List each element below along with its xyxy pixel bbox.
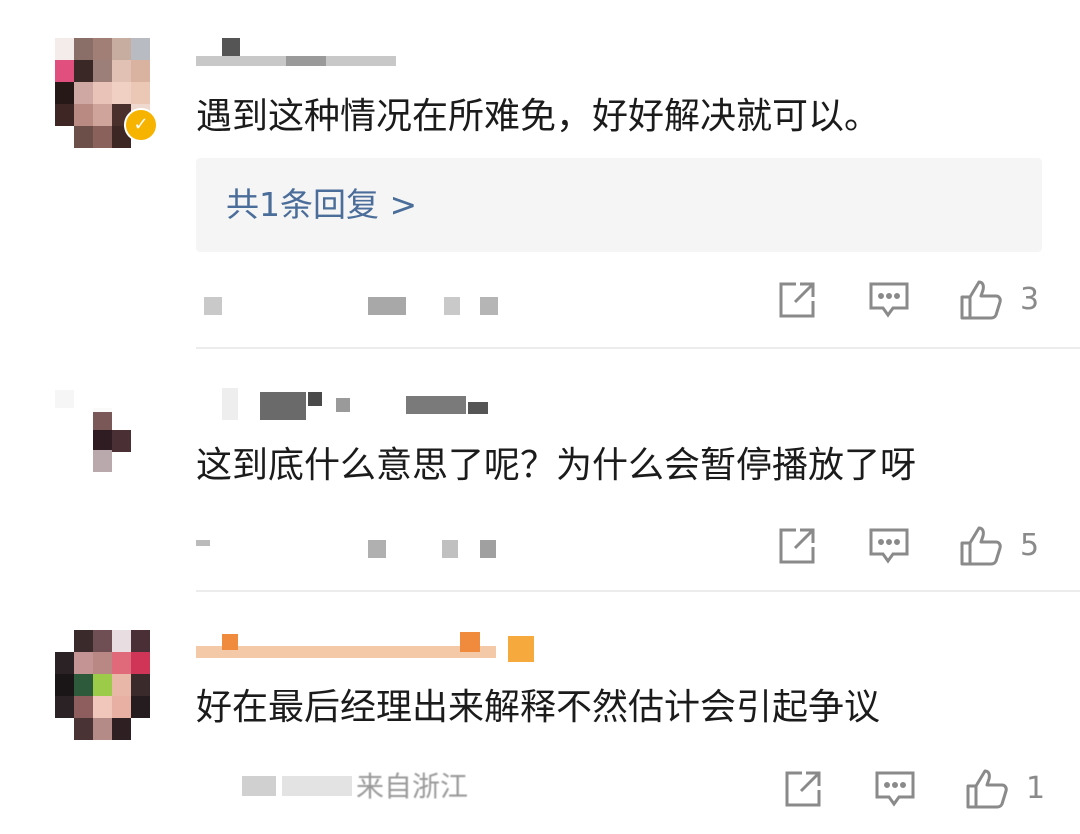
thumbs-up-icon[interactable]: [964, 767, 1010, 811]
comment-meta-redacted: [196, 540, 516, 570]
share-icon[interactable]: [774, 278, 820, 322]
divider: [196, 347, 1080, 349]
comment-icon[interactable]: [866, 278, 912, 322]
comment-icon[interactable]: [866, 524, 912, 568]
username-redacted[interactable]: [196, 388, 516, 420]
avatar[interactable]: [55, 390, 150, 500]
share-icon[interactable]: [780, 767, 826, 811]
thumbs-up-icon[interactable]: [958, 278, 1004, 322]
view-replies-link[interactable]: 共1条回复 >: [226, 183, 417, 227]
comment-meta: 来自浙江: [196, 770, 596, 803]
comment-actions: 3: [770, 278, 1070, 328]
like-count: 3: [1020, 282, 1040, 317]
thumbs-up-icon[interactable]: [958, 524, 1004, 568]
comment-meta-redacted: [196, 297, 516, 327]
comment-text: 遇到这种情况在所难免，好好解决就可以。: [196, 96, 881, 137]
username-redacted[interactable]: [196, 38, 516, 68]
location-label: 来自浙江: [356, 770, 469, 803]
reply-preview-box[interactable]: 共1条回复 >: [196, 158, 1042, 252]
comment-item: ✓ 遇到这种情况在所难免，好好解决就可以。 共1条回复 > 3: [0, 0, 1080, 350]
username-redacted[interactable]: [196, 632, 534, 662]
comment-text: 这到底什么意思了呢？为什么会暂停播放了呀: [196, 445, 917, 486]
avatar[interactable]: [55, 630, 150, 740]
comment-actions: 1: [770, 767, 1070, 817]
comment-item: 好在最后经理出来解释不然估计会引起争议 来自浙江 1: [0, 592, 1080, 834]
share-icon[interactable]: [774, 524, 820, 568]
verified-badge-icon: ✓: [124, 108, 158, 142]
comment-icon[interactable]: [872, 767, 918, 811]
comment-text: 好在最后经理出来解释不然估计会引起争议: [196, 687, 881, 728]
comment-item: 这到底什么意思了呢？为什么会暂停播放了呀 5: [0, 350, 1080, 590]
like-count: 1: [1026, 771, 1046, 806]
like-count: 5: [1020, 528, 1040, 563]
comment-actions: 5: [770, 524, 1070, 574]
